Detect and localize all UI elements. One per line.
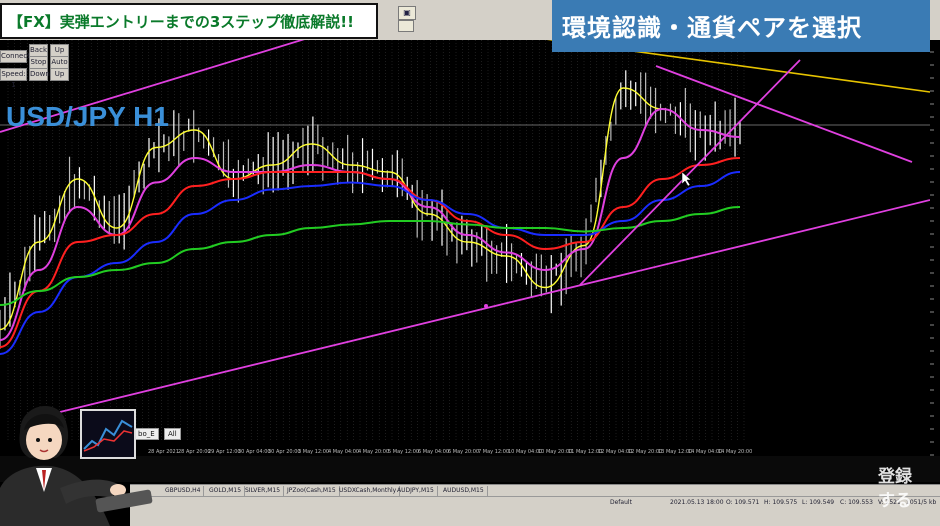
- step-banner-text: 環境認識・通貨ペアを選択: [562, 14, 862, 42]
- pair-label: USD/JPY H1: [6, 101, 169, 132]
- status-profile: Default: [610, 499, 632, 506]
- tab-audjpy[interactable]: AUDJPY,M15: [394, 486, 438, 496]
- tab-jpzoo[interactable]: JPZoo(Cash,M15: [284, 486, 340, 496]
- time-axis-svg: 28 Apr 2021 28 Apr 20:0029 Apr 12:0030 Ap…: [148, 449, 752, 455]
- status-close: C: 109.553: [840, 499, 873, 506]
- status-low: L: 109.549: [802, 499, 835, 506]
- status-open: O: 109.571: [726, 499, 760, 506]
- status-high: H: 109.575: [764, 499, 798, 506]
- mini-chart-drawing: [82, 411, 134, 457]
- ma-line-3: [0, 157, 741, 348]
- tab-audusd[interactable]: AUDUSD,M15: [440, 486, 488, 496]
- time-axis-label: 6 May 04:00: [418, 449, 449, 455]
- time-axis-label: 29 Apr 12:00: [208, 449, 241, 455]
- signup-watermark[interactable]: 登録 する: [874, 462, 934, 522]
- rising-support-line: [579, 59, 801, 286]
- tab-gbpusd[interactable]: GBPUSD,H4: [162, 486, 205, 496]
- tab-gold[interactable]: GOLD,M15: [206, 486, 246, 496]
- price-axis: [930, 40, 940, 480]
- price-axis-ticks: [930, 51, 934, 469]
- trendline-anchor: [484, 304, 488, 308]
- mini-chart-thumbnail: [80, 409, 136, 459]
- lower-channel-line: [59, 199, 930, 413]
- time-axis-label: 14 May 20:00: [718, 449, 752, 455]
- chart-window-icon[interactable]: ▣: [398, 6, 416, 20]
- time-axis-label: 4 May 20:00: [358, 449, 389, 455]
- signup-line-1: 登録: [878, 467, 912, 487]
- all-button[interactable]: All: [164, 428, 181, 440]
- time-axis-label: 7 May 12:00: [478, 449, 509, 455]
- tab-silver[interactable]: SILVER,M15: [242, 486, 285, 496]
- step-banner: 環境認識・通貨ペアを選択: [552, 0, 930, 52]
- signup-line-2: する: [878, 491, 912, 511]
- time-axis-label: 5 May 12:00: [388, 449, 419, 455]
- time-axis-label: 3 May 12:00: [298, 449, 329, 455]
- title-banner-text: 【FX】実弾エントリーまでの3ステップ徹底解説!!: [8, 13, 354, 31]
- up-button[interactable]: Up: [50, 68, 69, 81]
- time-axis-label: 6 May 20:00: [448, 449, 479, 455]
- time-axis-label: 30 Apr 20:00: [268, 449, 301, 455]
- ma-line-2: [0, 107, 741, 341]
- status-datetime: 2021.05.13 18:00: [670, 499, 724, 506]
- connect-button[interactable]: Connect: [0, 50, 30, 63]
- title-banner: 【FX】実弾エントリーまでの3ステップ徹底解説!!: [0, 3, 378, 39]
- tab-usdx[interactable]: USDXCash,Monthly: [336, 486, 401, 496]
- time-axis-label: 4 May 04:00: [328, 449, 359, 455]
- screen: ▣ 28 Apr 2021 28 Apr 20:00 29 Apr 12:00 30 …: [0, 0, 940, 526]
- down-button[interactable]: Down: [29, 68, 50, 81]
- taskbar-area: [130, 508, 940, 526]
- time-axis: 28 Apr 2021 28 Apr 20:00 29 Apr 12:00 30 Ap…: [140, 442, 930, 456]
- speed-button[interactable]: Speed: 1: [0, 68, 27, 89]
- time-axis-label: 28 Apr 20:00: [178, 449, 211, 455]
- tile-icon[interactable]: [398, 20, 414, 32]
- time-axis-label: 30 Apr 04:00: [238, 449, 271, 455]
- falling-resistance-line: [655, 65, 913, 163]
